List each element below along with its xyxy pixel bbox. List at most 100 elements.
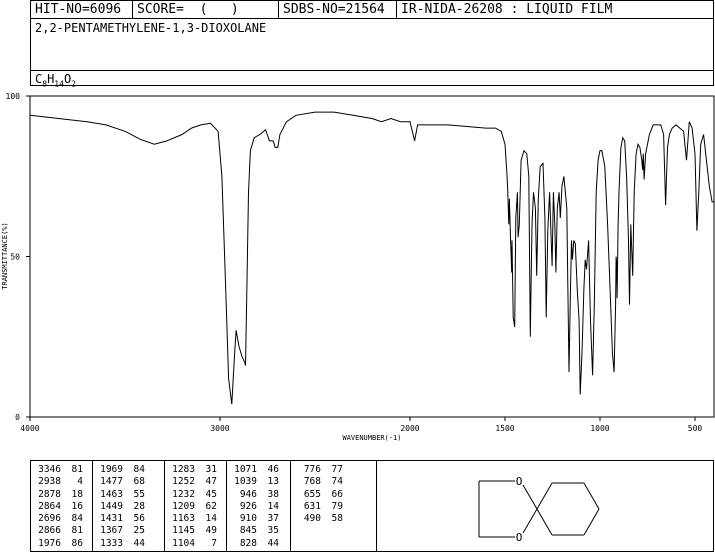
peak-wavenumber: 1449 (100, 500, 123, 512)
peak-transmittance: 25 (133, 525, 145, 537)
peak-row: 1163 14 (165, 513, 226, 525)
peak-row: 1145 49 (165, 525, 226, 537)
peak-transmittance: 49 (205, 525, 217, 537)
ir-spectrum-chart: 0 50 100 4000 3000 2000 1500 1000 500 TRANSMITT… (1, 92, 715, 442)
peak-row: 1104 7 (165, 538, 226, 550)
y-tick-label: 100 (6, 92, 21, 101)
peak-wavenumber: 2866 (38, 525, 61, 537)
molecular-structure: O O (478, 475, 600, 544)
peak-row: 2878 18 (31, 489, 92, 501)
peak-transmittance: 77 (331, 464, 343, 475)
peak-wavenumber: 1039 (234, 476, 257, 488)
peak-row: 845 35 (227, 525, 290, 537)
peak-row: 2864 16 (31, 501, 92, 513)
peak-wavenumber: 776 (303, 464, 321, 475)
y-tick-label: 50 (10, 253, 20, 262)
peak-transmittance: 44 (133, 537, 145, 549)
peak-row: 946 38 (227, 489, 290, 501)
transmittance-trace (29, 111, 714, 405)
peak-row: 490 58 (291, 513, 376, 525)
peak-transmittance: 16 (71, 500, 83, 512)
peak-row: 2696 84 (31, 513, 92, 525)
peak-row: 1039 13 (227, 476, 290, 488)
peak-transmittance: 56 (133, 513, 145, 525)
plot-frame (29, 95, 715, 418)
peak-transmittance: 18 (71, 488, 83, 500)
peak-wavenumber: 1367 (100, 525, 123, 537)
peak-transmittance: 47 (205, 476, 217, 488)
y-axis-label: TRANSMITTANCE(%) (1, 222, 9, 289)
peak-row: 631 79 (291, 501, 376, 513)
peak-transmittance: 55 (133, 488, 145, 500)
oxygen-atom-label: O (516, 531, 523, 544)
x-tick-label: 3000 (210, 424, 229, 433)
peak-row: 828 44 (227, 538, 290, 550)
peak-wavenumber: 828 (239, 537, 257, 549)
peak-transmittance: 45 (205, 488, 217, 500)
x-tick-label: 500 (688, 424, 703, 433)
peak-wavenumber: 1104 (172, 537, 195, 549)
oxygen-atom-label: O (516, 475, 523, 488)
peak-row: 655 66 (291, 489, 376, 501)
peak-wavenumber: 910 (239, 513, 257, 525)
peak-row: 2938 4 (31, 476, 92, 488)
peak-row: 1367 25 (93, 525, 164, 537)
peak-wavenumber: 1431 (100, 513, 123, 525)
peak-wavenumber: 1209 (172, 500, 195, 512)
y-axis-ticks: 0 50 100 (6, 92, 30, 422)
peak-transmittance: 14 (267, 500, 279, 512)
peak-transmittance: 7 (211, 537, 217, 549)
peak-row: 1252 47 (165, 476, 226, 488)
peak-transmittance: 13 (267, 476, 279, 488)
peak-transmittance: 38 (267, 488, 279, 500)
peak-row: 1463 55 (93, 489, 164, 501)
peak-transmittance: 14 (205, 513, 217, 525)
peak-wavenumber: 2938 (38, 476, 61, 488)
peak-table: 3346 81 2938 4 2878 18 2864 16 2696 84 2866 81 1976 8… (30, 460, 714, 552)
peak-wavenumber: 1976 (38, 537, 61, 549)
peak-row: 1969 84 (93, 464, 164, 476)
peak-wavenumber: 926 (239, 500, 257, 512)
peak-wavenumber: 3346 (38, 464, 61, 475)
peak-wavenumber: 1283 (172, 464, 195, 475)
peak-row: 1071 46 (227, 464, 290, 476)
x-tick-label: 1000 (590, 424, 609, 433)
peak-wavenumber: 2864 (38, 500, 61, 512)
peak-transmittance: 35 (267, 525, 279, 537)
x-axis-label: WAVENUMBER(-1) (342, 434, 401, 442)
x-tick-label: 4000 (20, 424, 39, 433)
peak-row: 776 77 (291, 464, 376, 476)
y-tick-label: 0 (15, 413, 20, 422)
structure-panel: O O (377, 461, 713, 551)
peak-row: 1976 86 (31, 538, 92, 550)
peak-transmittance: 86 (71, 537, 83, 549)
peak-column: 3346 81 2938 4 2878 18 2864 16 2696 84 2866 81 1976 8… (31, 461, 93, 551)
peak-row: 910 37 (227, 513, 290, 525)
peak-column: 1071 46 1039 13 946 38 926 14 910 37 845 35 828 44 (227, 461, 291, 551)
peak-wavenumber: 631 (303, 500, 321, 512)
peak-row: 1333 44 (93, 538, 164, 550)
peak-row: 1449 28 (93, 501, 164, 513)
peak-wavenumber: 1463 (100, 488, 123, 500)
peak-transmittance: 62 (205, 500, 217, 512)
peak-transmittance: 68 (133, 476, 145, 488)
peak-transmittance: 37 (267, 513, 279, 525)
peak-transmittance: 66 (331, 488, 343, 500)
peak-wavenumber: 1252 (172, 476, 195, 488)
peak-wavenumber: 2696 (38, 513, 61, 525)
peak-transmittance: 4 (77, 476, 83, 488)
peak-wavenumber: 1145 (172, 525, 195, 537)
peak-wavenumber: 1969 (100, 464, 123, 475)
peak-wavenumber: 1477 (100, 476, 123, 488)
peak-transmittance: 84 (71, 513, 83, 525)
peak-transmittance: 79 (331, 500, 343, 512)
peak-transmittance: 84 (133, 464, 145, 475)
peak-row: 2866 81 (31, 525, 92, 537)
peak-transmittance: 31 (205, 464, 217, 475)
peak-row: 768 74 (291, 476, 376, 488)
peak-wavenumber: 1333 (100, 537, 123, 549)
peak-column: 1283 31 1252 47 1232 45 1209 62 1163 14 1145 49 1104… (165, 461, 227, 551)
peak-transmittance: 58 (331, 513, 343, 525)
peak-row: 1477 68 (93, 476, 164, 488)
peak-row: 1283 31 (165, 464, 226, 476)
